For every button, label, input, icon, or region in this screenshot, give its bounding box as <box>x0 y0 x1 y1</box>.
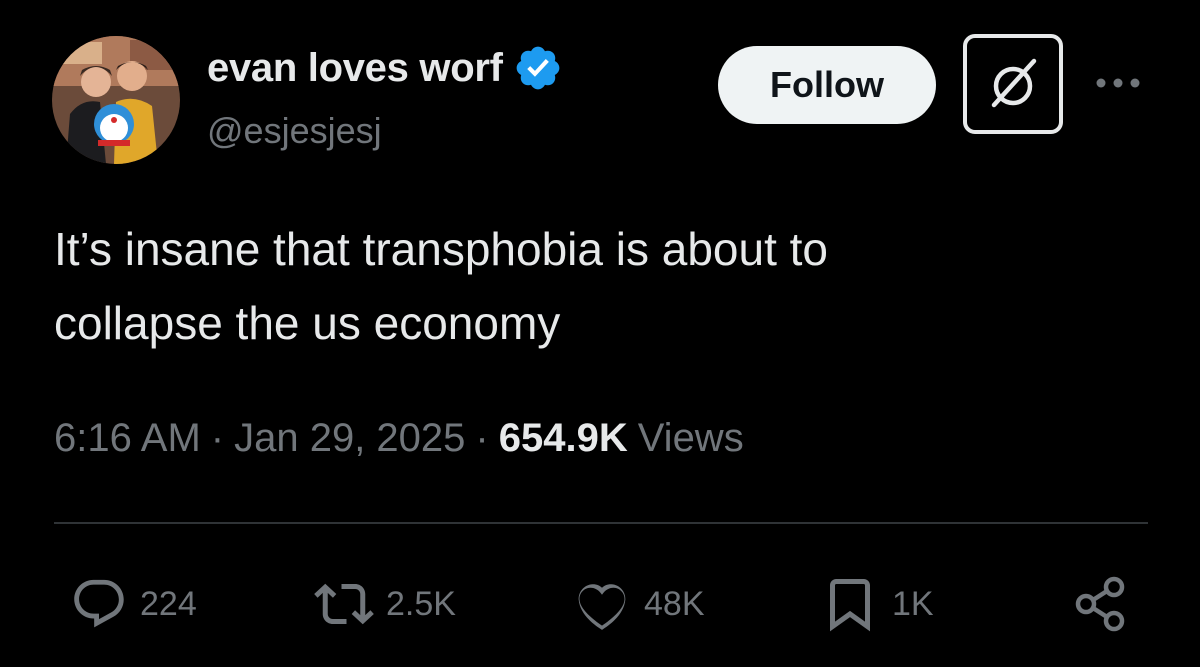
reply-icon <box>74 579 124 628</box>
tweet-date[interactable]: Jan 29, 2025 <box>234 416 465 461</box>
tweet-time[interactable]: 6:16 AM <box>54 416 201 461</box>
repost-icon <box>314 583 374 625</box>
views-count[interactable]: 654.9K <box>499 416 628 461</box>
grok-button[interactable] <box>963 34 1063 134</box>
like-count: 48K <box>644 584 705 623</box>
tweet-meta: 6:16 AM · Jan 29, 2025 · 654.9K Views <box>54 416 744 461</box>
repost-button[interactable]: 2.5K <box>314 574 456 634</box>
more-horizontal-icon <box>1096 78 1140 88</box>
share-button[interactable] <box>1070 574 1144 634</box>
follow-button[interactable]: Follow <box>718 46 936 124</box>
author-name-row[interactable]: evan loves worf <box>207 42 563 94</box>
grok-icon <box>991 58 1037 108</box>
like-button[interactable]: 48K <box>572 574 705 634</box>
reply-button[interactable]: 224 <box>70 574 197 634</box>
heart-icon <box>578 584 626 630</box>
avatar-photo <box>52 36 180 164</box>
author-handle[interactable]: @esjesjesj <box>207 110 382 152</box>
display-name[interactable]: evan loves worf <box>207 46 503 91</box>
bookmark-button[interactable]: 1K <box>820 574 934 634</box>
reply-count: 224 <box>140 584 197 623</box>
meta-separator: · <box>210 416 225 460</box>
divider <box>54 522 1148 524</box>
more-options-button[interactable] <box>1093 68 1143 98</box>
tweet-text: It’s insane that transphobia is about to… <box>54 223 829 349</box>
share-icon <box>1075 576 1125 632</box>
tweet-card: evan loves worf @esjesjesj Follow It’s i… <box>0 0 1200 667</box>
bookmark-icon <box>830 579 870 632</box>
views-label: Views <box>637 416 744 460</box>
verified-badge-icon[interactable] <box>513 43 563 93</box>
meta-separator: · <box>475 416 489 460</box>
avatar[interactable] <box>52 36 180 164</box>
repost-count: 2.5K <box>386 584 456 623</box>
bookmark-count: 1K <box>892 584 934 623</box>
